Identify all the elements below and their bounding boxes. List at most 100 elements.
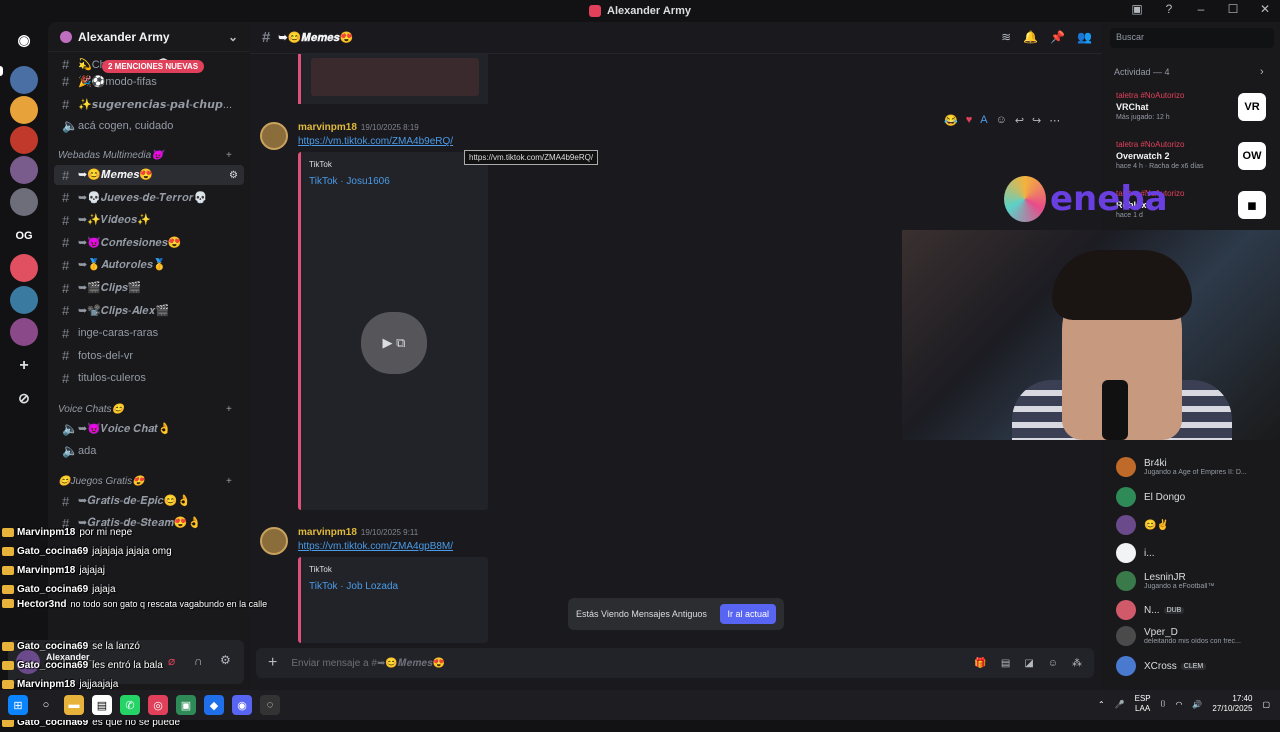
member-item[interactable]: N... DUB — [1116, 598, 1276, 622]
apps-icon[interactable]: ⁂ — [1072, 658, 1082, 669]
close-button[interactable]: ✕ — [1256, 2, 1274, 16]
server-icon[interactable] — [10, 126, 38, 154]
clock-time[interactable]: 17:40 — [1232, 694, 1252, 703]
channel-item[interactable]: # ✨𝙨𝙪𝙜𝙚𝙧𝙚𝙣𝙘𝙞𝙖𝙨-𝙥𝙖𝙡-𝙘𝙝𝙪𝙥... — [54, 94, 244, 114]
forward-icon[interactable]: ↪ — [1032, 114, 1041, 127]
message-author[interactable]: marvinpm18 — [298, 122, 357, 133]
pin-icon[interactable]: 📌 — [1050, 30, 1065, 44]
category-header[interactable]: Webadas Multimedia😈 + — [58, 150, 232, 161]
server-icon[interactable] — [10, 188, 38, 216]
wifi-icon[interactable]: ◠ — [1175, 700, 1182, 709]
member-item[interactable]: Br4ki Jugando a Age of Empires II: D... — [1116, 455, 1276, 479]
server-icon[interactable]: OG — [10, 222, 38, 250]
inbox-icon[interactable]: ▣ — [1128, 2, 1146, 16]
tray-chevron-icon[interactable]: ⌃ — [1098, 700, 1105, 709]
play-video-button[interactable]: ▶ ⧉ — [361, 312, 427, 374]
channel-item[interactable]: # ➥😈𝑪𝒐𝒏𝒇𝒆𝒔𝒊𝒐𝒏𝒆𝒔😍 — [54, 233, 244, 253]
windows-start-icon[interactable]: ⊞ — [8, 695, 28, 715]
chevron-right-icon[interactable]: › — [1260, 66, 1264, 78]
channel-item[interactable]: # ➥📽️𝑪𝒍𝒊𝒑𝒔-𝑨𝒍𝒆𝒙🎬 — [54, 301, 244, 321]
notepad-icon[interactable]: ▤ — [92, 695, 112, 715]
member-item[interactable]: i... — [1116, 541, 1276, 565]
member-item[interactable]: LesninJR Jugando a eFootball™ — [1116, 569, 1276, 593]
member-item[interactable]: XCross CLEM — [1116, 654, 1276, 678]
whatsapp-icon[interactable]: ✆ — [120, 695, 140, 715]
bell-icon[interactable]: 🔔 — [1023, 30, 1038, 44]
embed-thumbnail[interactable] — [311, 58, 479, 96]
members-icon[interactable]: 👥 — [1077, 30, 1092, 44]
add-reaction-icon[interactable]: ☺ — [996, 114, 1007, 127]
channel-item[interactable]: 🔈 ➥😈𝑽𝒐𝒊𝒄𝒆 𝑪𝒉𝒂𝒕👌 — [54, 419, 244, 439]
message-author[interactable]: marvinpm18 — [298, 527, 357, 538]
more-icon[interactable]: ⋯ — [1049, 114, 1060, 127]
message-link[interactable]: https://vm.tiktok.com/ZMA4gpB8M/ — [298, 541, 453, 552]
vscode-icon[interactable]: ◆ — [204, 695, 224, 715]
add-channel-icon[interactable]: + — [226, 150, 232, 161]
activity-card[interactable]: taletra #NoAutorizo Overwatch 2 hace 4 h ·… — [1116, 140, 1266, 170]
member-item[interactable]: Vper_D deleitando mis oídos con frec... — [1116, 624, 1276, 648]
sticker-icon[interactable]: ◪ — [1024, 658, 1033, 669]
channel-item[interactable]: # ➥✨𝑽𝒊𝒅𝒆𝒐𝒔✨ — [54, 210, 244, 230]
help-icon[interactable]: ? — [1160, 2, 1178, 16]
channel-item[interactable]: # ➥𝑮𝒓𝒂𝒕𝒊𝒔-𝒅𝒆-𝑬𝒑𝒊𝒄😊👌 — [54, 491, 244, 511]
keyboard-layout[interactable]: LAA — [1135, 704, 1150, 713]
channel-item[interactable]: # 🎉⚽️modo-fifas — [54, 71, 244, 91]
browser-icon[interactable]: ◎ — [148, 695, 168, 715]
keyboard-lang[interactable]: ESP — [1135, 694, 1151, 703]
reaction-heart-icon[interactable]: ♥ — [966, 114, 973, 127]
reaction-a-icon[interactable]: A — [980, 114, 987, 127]
threads-icon[interactable]: ≋ — [1001, 30, 1011, 44]
channel-item[interactable]: 🔈 ada — [54, 441, 244, 461]
add-server-icon[interactable]: + — [10, 352, 38, 380]
minimize-button[interactable]: – — [1192, 2, 1210, 16]
server-icon[interactable] — [10, 286, 38, 314]
notification-icon[interactable]: ▢ — [1262, 700, 1270, 709]
channel-item[interactable]: 🔈 acá cogen, cuidado — [54, 116, 244, 136]
obs-icon[interactable]: ◌ — [260, 695, 280, 715]
server-icon[interactable] — [10, 156, 38, 184]
server-icon[interactable] — [10, 254, 38, 282]
maximize-button[interactable]: ☐ — [1224, 2, 1242, 16]
reaction-laugh-icon[interactable]: 😂 — [944, 114, 958, 127]
category-header[interactable]: 😊Juegos Gratis😍 + — [58, 476, 232, 487]
member-item[interactable]: El Dongo — [1116, 485, 1276, 509]
activity-card[interactable]: taletra #NoAutorizo VRChat Más jugado: 12 … — [1116, 91, 1266, 121]
app-icon[interactable]: ▣ — [176, 695, 196, 715]
search-icon[interactable]: ○ — [36, 695, 56, 715]
channel-item[interactable]: # ➥🥇𝑨𝒖𝒕𝒐𝒓𝒐𝒍𝒆𝒔🥇 — [54, 255, 244, 275]
explore-icon[interactable]: ⊘ — [10, 384, 38, 412]
channel-item[interactable]: # fotos-del-vr — [54, 346, 244, 366]
channel-item[interactable]: # titulos-culeros — [54, 368, 244, 388]
discord-home-icon[interactable]: ◉ — [10, 26, 38, 54]
composer-placeholder[interactable]: Enviar mensaje a #➥😊𝑴𝒆𝒎𝒆𝒔😍 — [291, 658, 445, 669]
search-input[interactable]: Buscar — [1110, 28, 1274, 48]
member-item[interactable]: 😊✌ — [1116, 513, 1276, 537]
clock-date[interactable]: 27/10/2025 — [1212, 704, 1252, 713]
discord-taskbar-icon[interactable]: ◉ — [232, 695, 252, 715]
gift-icon[interactable]: 🎁 — [974, 658, 986, 669]
guild-header[interactable]: Alexander Army ⌄ — [48, 22, 250, 52]
category-header[interactable]: Voice Chats😊 + — [58, 404, 232, 415]
reply-icon[interactable]: ↩ — [1015, 114, 1024, 127]
file-explorer-icon[interactable]: ▬ — [64, 695, 84, 715]
tray-mic-icon[interactable]: 🎤 — [1115, 700, 1125, 709]
new-mentions-badge[interactable]: 2 MENCIONES NUEVAS — [102, 60, 205, 73]
channel-settings-icon[interactable]: ⚙ — [229, 170, 238, 181]
jump-to-present-button[interactable]: Ir al actual — [720, 604, 776, 624]
channel-item[interactable]: # inge-caras-raras — [54, 323, 244, 343]
embed-title[interactable]: TikTok · Job Lozada — [309, 581, 398, 592]
server-icon[interactable] — [10, 96, 38, 124]
channel-item[interactable]: # ➥😊𝑴𝒆𝒎𝒆𝒔😍 ⚙ — [54, 165, 244, 185]
network-icon[interactable]: ⌷ — [1161, 699, 1166, 709]
channel-item[interactable]: # ➥💀𝑱𝒖𝒆𝒗𝒆𝒔-𝒅𝒆-𝑻𝒆𝒓𝒓𝒐𝒓💀 — [54, 188, 244, 208]
message-link[interactable]: https://vm.tiktok.com/ZMA4b9eRQ/ — [298, 136, 453, 147]
message-composer[interactable]: + Enviar mensaje a #➥😊𝑴𝒆𝒎𝒆𝒔😍 🎁 ▤ ◪ ☺ ⁂ — [256, 648, 1094, 678]
channel-item[interactable]: # ➥🎬𝑪𝒍𝒊𝒑𝒔🎬 — [54, 278, 244, 298]
server-icon[interactable] — [10, 66, 38, 94]
gif-icon[interactable]: ▤ — [1001, 658, 1010, 669]
server-icon[interactable] — [10, 318, 38, 346]
add-channel-icon[interactable]: + — [226, 404, 232, 415]
embed-title[interactable]: TikTok · Josu1606 — [309, 176, 390, 187]
emoji-icon[interactable]: ☺ — [1048, 658, 1058, 669]
volume-icon[interactable]: 🔊 — [1192, 700, 1202, 709]
